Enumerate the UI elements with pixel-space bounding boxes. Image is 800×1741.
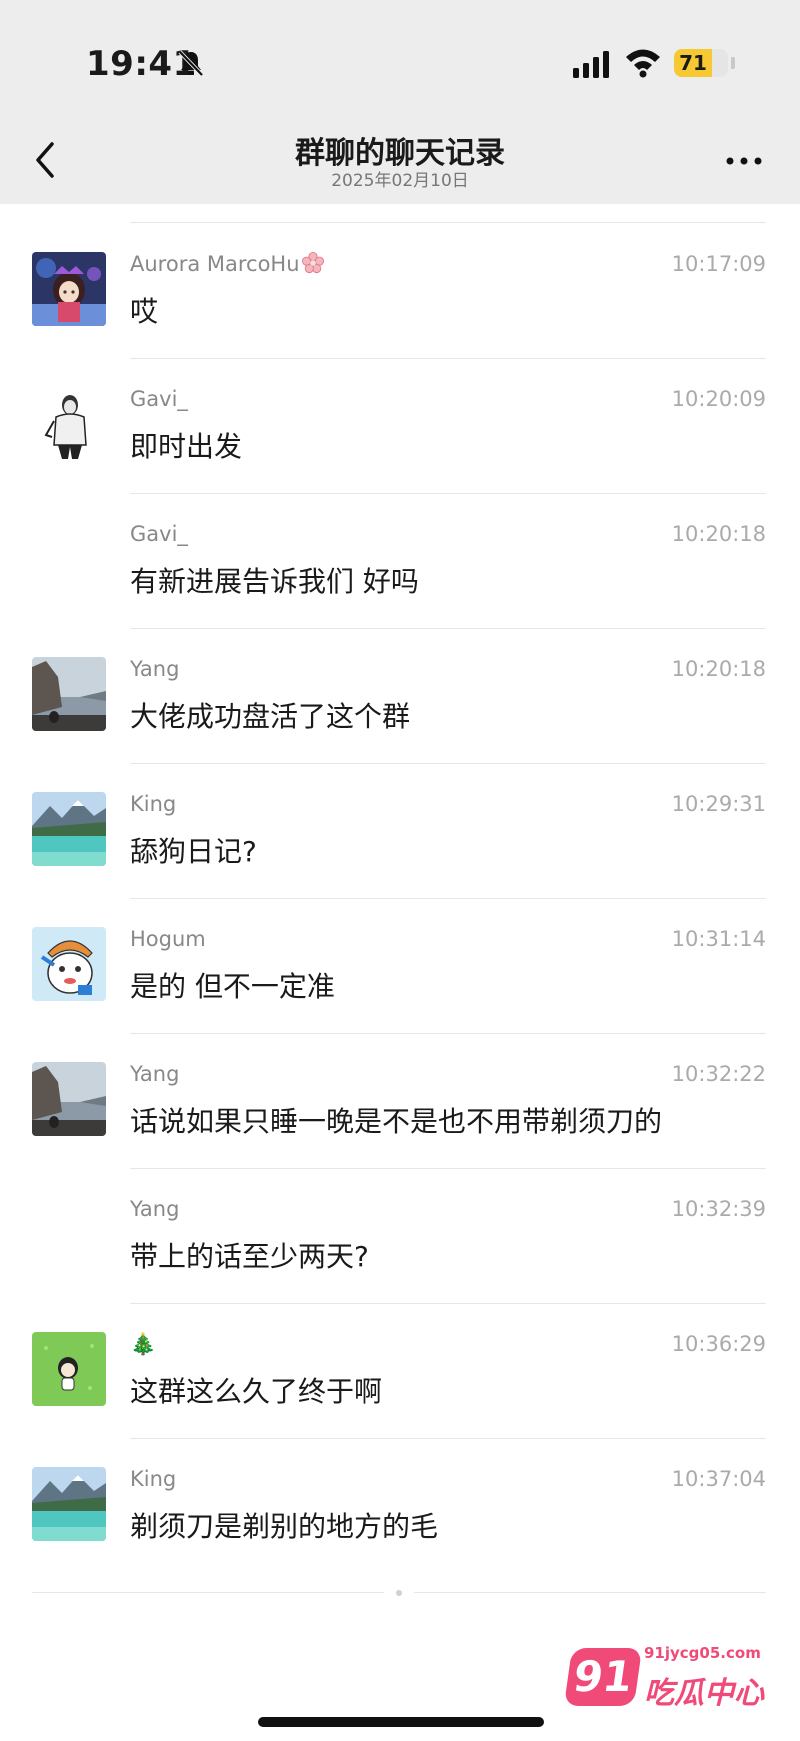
lake-mountain-avatar[interactable] (32, 1467, 106, 1541)
watermark-name: 吃瓜中心 (644, 1676, 764, 1711)
flower-emoji-icon (301, 251, 324, 279)
sender-name: Yang (130, 657, 180, 681)
grass-figure-avatar[interactable] (32, 1332, 106, 1406)
nav-bar: 群聊的聊天记录 2025年02月10日 (0, 120, 800, 204)
message-time: 10:36:29 (671, 1332, 766, 1356)
message-row[interactable]: King 10:37:04 剃须刀是剃别的地方的毛 (0, 1439, 800, 1574)
bell-muted-icon (178, 50, 204, 77)
person-sketch-avatar[interactable] (32, 387, 106, 461)
sender-name: 🎄 (130, 1332, 157, 1356)
message-time: 10:32:39 (671, 1197, 766, 1221)
message-text: 话说如果只睡一晚是不是也不用带剃须刀的 (130, 1105, 663, 1138)
message-time: 10:20:09 (671, 387, 766, 411)
message-text: 大佬成功盘活了这个群 (130, 700, 411, 733)
message-row[interactable]: Hogum 10:31:14 是的 但不一定准 (0, 899, 800, 1034)
end-divider-left (32, 1592, 384, 1593)
battery-icon: 71 (674, 49, 728, 77)
message-row[interactable]: Aurora MarcoHu 10:17:09 哎 (0, 224, 800, 359)
battery-cap (731, 57, 735, 69)
sender-name: Yang (130, 1062, 180, 1086)
cartoon-avatar[interactable] (32, 927, 106, 1001)
message-time: 10:20:18 (671, 657, 766, 681)
message-text: 即时出发 (130, 430, 243, 463)
sender-name: King (130, 1467, 177, 1491)
end-dot (396, 1590, 402, 1596)
message-row[interactable]: King 10:29:31 舔狗日记? (0, 764, 800, 899)
message-row[interactable]: Gavi_ 10:20:09 即时出发 (0, 359, 800, 494)
sender-name: Hogum (130, 927, 206, 951)
more-icon[interactable] (724, 146, 764, 176)
sender-name: Aurora MarcoHu (130, 251, 324, 279)
message-time: 10:17:09 (671, 252, 766, 276)
end-divider-right (414, 1592, 766, 1593)
message-text: 剃须刀是剃别的地方的毛 (130, 1510, 439, 1543)
message-row[interactable]: Gavi_ 10:20:18 有新进展告诉我们 好吗 (0, 494, 800, 629)
seaside-rock-avatar[interactable] (32, 657, 106, 731)
sender-name: Yang (130, 1197, 180, 1221)
message-row[interactable]: Yang 10:20:18 大佬成功盘活了这个群 (0, 629, 800, 764)
status-bar: 19:41 71 (0, 0, 800, 120)
message-time: 10:29:31 (671, 792, 766, 816)
watermark-badge: 91 (563, 1648, 643, 1706)
message-text: 舔狗日记? (130, 835, 257, 868)
home-indicator[interactable] (258, 1717, 544, 1727)
lake-mountain-avatar[interactable] (32, 792, 106, 866)
message-time: 10:20:18 (671, 522, 766, 546)
message-time: 10:37:04 (671, 1467, 766, 1491)
sender-name: Gavi_ (130, 522, 188, 546)
divider (130, 222, 766, 223)
message-row[interactable]: 🎄 10:36:29 这群这么久了终于啊 (0, 1304, 800, 1439)
sender-name: Gavi_ (130, 387, 188, 411)
battery-level: 71 (679, 51, 707, 75)
message-time: 10:32:22 (671, 1062, 766, 1086)
sender-name: King (130, 792, 177, 816)
message-text: 带上的话至少两天? (130, 1240, 369, 1273)
message-text: 有新进展告诉我们 好吗 (130, 565, 419, 598)
message-text: 哎 (130, 295, 159, 328)
message-text: 是的 但不一定准 (130, 970, 335, 1003)
message-row[interactable]: Yang 10:32:22 话说如果只睡一晚是不是也不用带剃须刀的 (0, 1034, 800, 1169)
watermark-logo: 91 91jycg05.com 吃瓜中心 (563, 1642, 768, 1712)
message-time: 10:31:14 (671, 927, 766, 951)
page-date: 2025年02月10日 (331, 171, 469, 191)
message-row[interactable]: Yang 10:32:39 带上的话至少两天? (0, 1169, 800, 1304)
signal-icon (573, 51, 609, 78)
message-text: 这群这么久了终于啊 (130, 1375, 383, 1408)
seaside-rock-avatar[interactable] (32, 1062, 106, 1136)
watermark-url: 91jycg05.com (644, 1644, 761, 1662)
anime-girl-avatar[interactable] (32, 252, 106, 326)
wifi-icon (626, 49, 660, 78)
